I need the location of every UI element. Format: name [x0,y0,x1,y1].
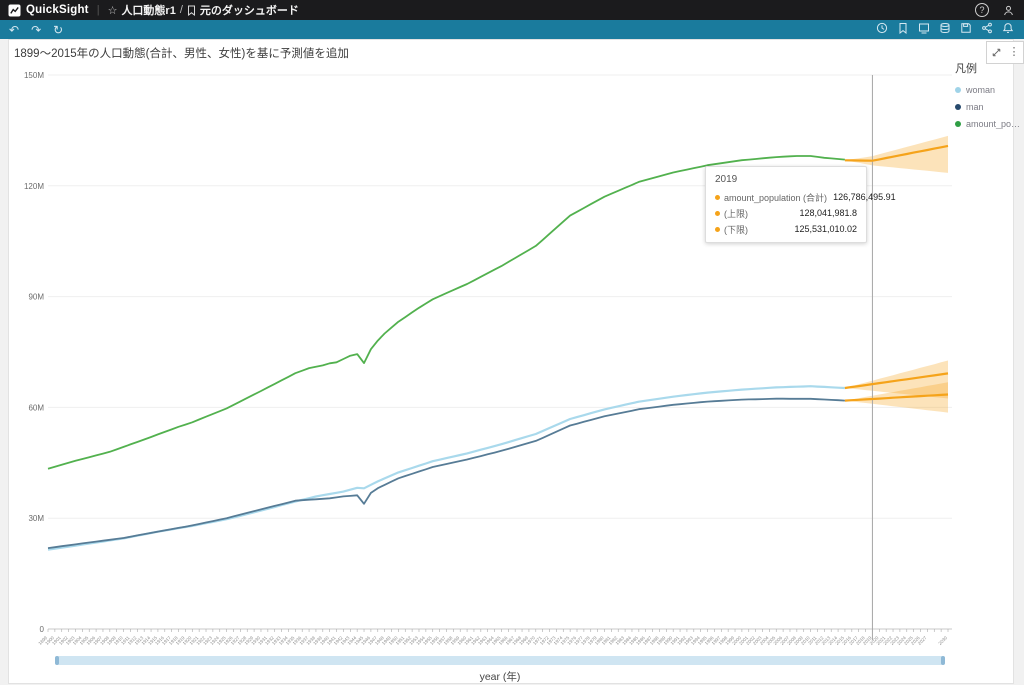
legend-label: woman [966,85,995,95]
tooltip-value: 125,531,010.02 [794,224,857,234]
brand-name: QuickSight [26,4,89,16]
bookmark-icon [187,5,196,16]
notifications-bell-icon[interactable] [1002,21,1014,39]
breadcrumb-dashboard-name[interactable]: 元のダッシュボード [200,2,299,18]
legend: 凡例 womanmanamount_popul… [955,60,1021,136]
save-icon[interactable] [960,21,972,39]
quicksight-logo-icon [8,4,21,17]
undo-icon[interactable]: ↶ [9,24,19,36]
history-clock-icon[interactable] [876,21,888,39]
x-axis-title: year (年) [0,669,1000,684]
toolbar-left-icons: ↶ ↷ ↻ [9,24,63,36]
tooltip-swatch [715,227,720,232]
analysis-toolbar: ↶ ↷ ↻ [0,20,1024,39]
tooltip-label: (下限) [724,223,788,236]
tooltip-label: (上限) [724,207,793,220]
legend-item-man[interactable]: man [955,102,1021,112]
tooltip-swatch [715,211,720,216]
tooltip-label: amount_population (合計) [724,191,827,204]
legend-swatch [955,104,961,110]
tooltip-value: 126,786,495.91 [833,192,896,202]
x-axis-scrollbar[interactable] [55,656,945,665]
legend-swatch [955,87,961,93]
visual-title: 1899〜2015年の人口動態(合計、男性、女性)を基に予測値を追加 [14,45,349,61]
tooltip-row: amount_population (合計)126,786,495.91 [706,189,866,205]
dataset-icon[interactable] [939,21,951,39]
quicksight-logo[interactable]: QuickSight [8,4,89,17]
scrollbar-left-handle[interactable] [55,656,59,665]
visual-controls: ⋮ [986,41,1024,64]
thumbnail-view-icon[interactable] [918,21,930,39]
chart-tooltip: 2019 amount_population (合計)126,786,495.9… [705,166,867,243]
legend-item-amountpopul[interactable]: amount_popul… [955,119,1021,129]
bookmark-toolbar-icon[interactable] [897,21,909,39]
tooltip-swatch [715,195,720,200]
tooltip-year: 2019 [706,172,866,189]
topbar-divider: | [97,4,100,16]
legend-swatch [955,121,961,127]
legend-item-woman[interactable]: woman [955,85,1021,95]
help-icon[interactable]: ? [975,3,989,17]
legend-label: amount_popul… [966,119,1021,129]
share-icon[interactable] [981,21,993,39]
menu-kebab-icon[interactable]: ⋮ [1009,47,1020,58]
refresh-icon[interactable]: ↻ [53,24,63,36]
favorite-star-icon[interactable]: ☆ [108,4,118,17]
breadcrumb-separator: / [180,4,183,16]
redo-icon[interactable]: ↷ [31,24,41,36]
visual-card [8,39,1014,684]
scrollbar-right-handle[interactable] [941,656,945,665]
breadcrumb-analysis-name[interactable]: 人口動態r1 [121,2,175,18]
tooltip-value: 128,041,981.8 [799,208,857,218]
topbar-right-icons: ? [975,3,1014,17]
tooltip-row: (上限) 128,041,981.8 [706,205,866,221]
toolbar-right-icons [876,21,1014,39]
expand-icon[interactable] [991,47,1002,58]
legend-label: man [966,102,984,112]
user-icon[interactable] [1003,5,1014,16]
top-navigation-bar: QuickSight | ☆ 人口動態r1 / 元のダッシュボード ? [0,0,1024,20]
tooltip-row: (下限) 125,531,010.02 [706,221,866,237]
